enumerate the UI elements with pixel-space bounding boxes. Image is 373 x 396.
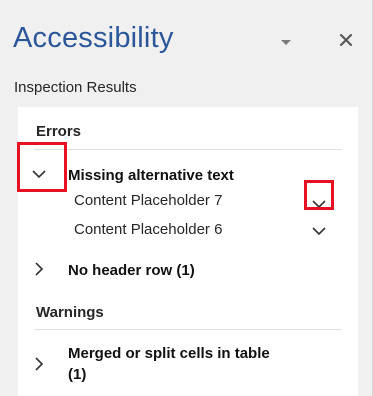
pane-options-button[interactable] bbox=[279, 34, 293, 45]
group-merged-cells-line2[interactable]: (1) bbox=[68, 366, 86, 383]
warnings-heading: Warnings bbox=[36, 304, 104, 321]
expand-no-header-row[interactable] bbox=[28, 258, 50, 280]
errors-heading: Errors bbox=[36, 123, 82, 140]
accessibility-pane: Accessibility Inspection Results Errors … bbox=[0, 0, 373, 396]
inspection-results-label: Inspection Results bbox=[14, 79, 137, 96]
warnings-divider bbox=[34, 329, 342, 330]
caret-down-icon bbox=[281, 40, 291, 45]
chevron-down-icon bbox=[32, 170, 46, 179]
group-no-header-row[interactable]: No header row (1) bbox=[68, 262, 195, 279]
chevron-down-icon bbox=[312, 200, 326, 209]
chevron-right-icon bbox=[35, 357, 44, 371]
expand-missing-alt-text[interactable] bbox=[28, 163, 50, 185]
item-options-button-7[interactable] bbox=[308, 195, 330, 213]
inspection-results-list: Errors Missing alternative text Content … bbox=[18, 107, 358, 396]
errors-divider bbox=[34, 149, 342, 150]
chevron-down-icon bbox=[312, 227, 326, 236]
item-content-placeholder-7[interactable]: Content Placeholder 7 bbox=[74, 192, 222, 209]
chevron-right-icon bbox=[35, 262, 44, 276]
item-content-placeholder-6[interactable]: Content Placeholder 6 bbox=[74, 221, 222, 238]
close-icon bbox=[339, 33, 353, 47]
pane-title: Accessibility bbox=[13, 22, 174, 54]
group-merged-cells-line1[interactable]: Merged or split cells in table bbox=[68, 345, 270, 362]
close-button[interactable] bbox=[334, 28, 358, 52]
item-options-button-6[interactable] bbox=[308, 222, 330, 240]
group-missing-alt-text[interactable]: Missing alternative text bbox=[68, 167, 234, 184]
expand-merged-cells[interactable] bbox=[28, 353, 50, 375]
